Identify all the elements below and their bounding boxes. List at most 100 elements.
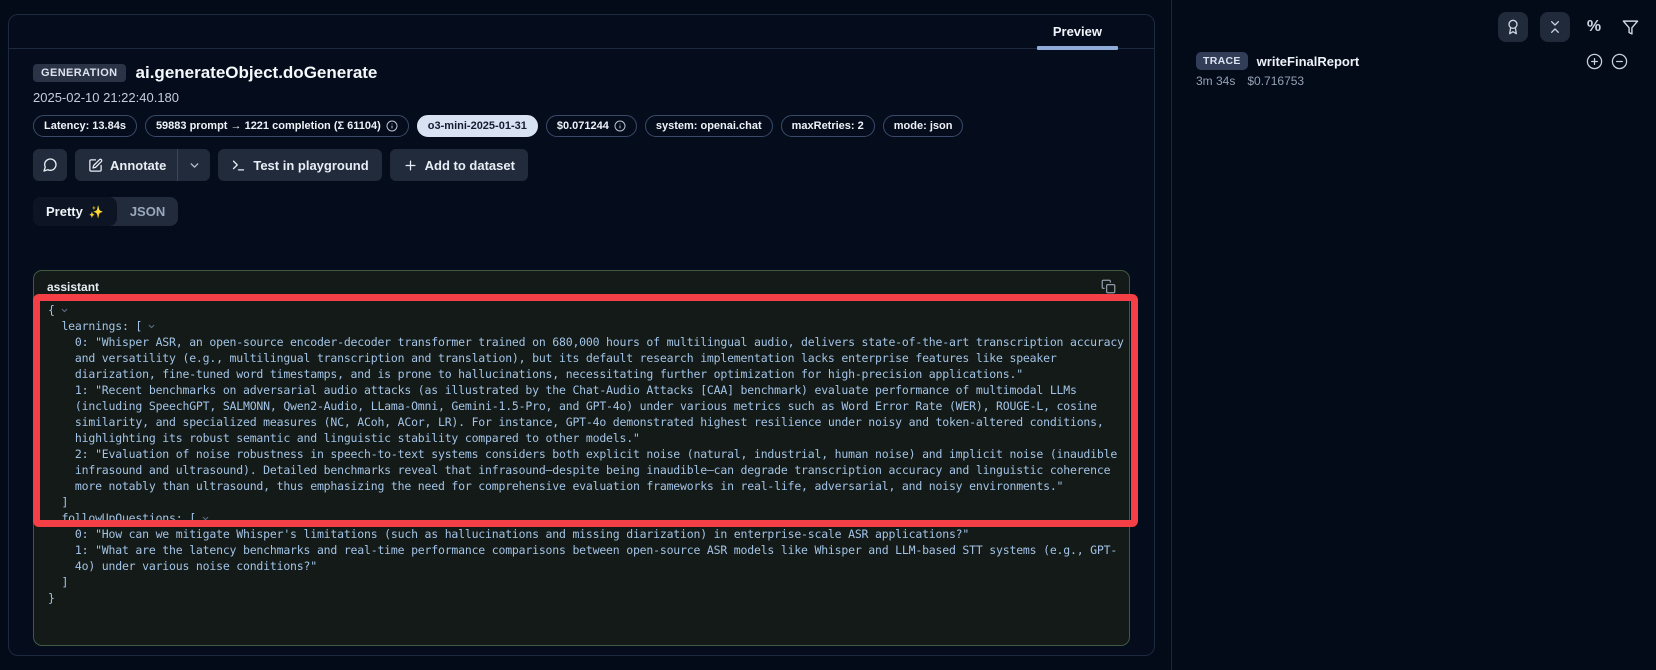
metadata-pill[interactable]: Latency: 13.84s — [33, 115, 137, 137]
code-line-text: { — [48, 302, 55, 318]
code-line: 4o) under various noise conditions?" — [48, 558, 1115, 574]
code-line: learnings: [ — [48, 318, 1115, 334]
pill-label: Latency: 13.84s — [44, 120, 126, 132]
add-to-dataset-button[interactable]: Add to dataset — [390, 149, 528, 181]
chat-bubble-icon — [42, 157, 58, 173]
metadata-pill[interactable]: maxRetries: 2 — [781, 115, 875, 137]
code-line-text: ] — [48, 574, 68, 590]
code-line-text: infrasound and ultrasound). Detailed ben… — [48, 462, 1110, 478]
pencil-square-icon — [88, 158, 103, 173]
code-line-text: } — [48, 590, 55, 606]
code-line: 0: "Whisper ASR, an open-source encoder-… — [48, 334, 1115, 350]
filter-button[interactable] — [1618, 15, 1642, 39]
collapse-chevron-icon[interactable] — [201, 514, 210, 523]
info-icon — [614, 120, 626, 132]
info-icon — [386, 120, 398, 132]
annotate-button-label: Annotate — [110, 158, 166, 173]
panel-tabstrip: Preview — [9, 15, 1154, 49]
code-line-text: 4o) under various noise conditions?" — [48, 558, 317, 574]
plus-icon — [403, 158, 418, 173]
code-line: more notably than ultrasound, thus empha… — [48, 478, 1115, 494]
scores-toggle-button[interactable] — [1498, 12, 1528, 42]
code-line: ] — [48, 494, 1115, 510]
metadata-pill[interactable]: o3-mini-2025-01-31 — [417, 115, 538, 137]
chevron-down-icon — [188, 159, 201, 172]
code-line-text: diarization, fine-tuned word timestamps,… — [48, 366, 1023, 382]
metadata-pill[interactable]: system: openai.chat — [645, 115, 773, 137]
code-line-text: learnings: [ — [48, 318, 142, 334]
code-line: { — [48, 302, 1115, 318]
observation-detail-panel: Preview GENERATION ai.generateObject.doG… — [8, 14, 1155, 656]
award-icon — [1505, 19, 1521, 35]
pill-label: system: openai.chat — [656, 120, 762, 132]
code-line: 2: "Evaluation of noise robustness in sp… — [48, 446, 1115, 462]
pill-label: o3-mini-2025-01-31 — [428, 120, 527, 132]
funnel-icon — [1622, 19, 1639, 36]
pill-label: mode: json — [894, 120, 953, 132]
trace-root-row[interactable]: TRACE writeFinalReport — [1196, 50, 1628, 72]
observation-timestamp: 2025-02-10 21:22:40.180 — [33, 90, 1130, 105]
assistant-message-box: assistant { learnings: [ 0: "Whisper ASR… — [33, 270, 1130, 646]
code-line-text: followUpQuestions: [ — [48, 510, 196, 526]
json-output-view: { learnings: [ 0: "Whisper ASR, an open-… — [34, 298, 1129, 606]
code-line: followUpQuestions: [ — [48, 510, 1115, 526]
tab-pretty[interactable]: Pretty ✨ — [33, 197, 117, 226]
message-role-label: assistant — [47, 280, 99, 294]
collapse-all-button[interactable] — [1540, 12, 1570, 42]
code-line-text: and versatility (e.g., multilingual tran… — [48, 350, 1057, 366]
code-line: highlighting its robust semantic and lin… — [48, 430, 1115, 446]
pill-label: $0.071244 — [557, 120, 609, 132]
metadata-pill-row: Latency: 13.84s 59883 prompt → 1221 comp… — [33, 115, 1130, 137]
annotate-dropdown-button[interactable] — [178, 149, 210, 181]
annotate-button[interactable]: Annotate — [75, 149, 177, 181]
code-line: } — [48, 590, 1115, 606]
code-line-text: 0: "How can we mitigate Whisper's limita… — [48, 526, 969, 542]
annotate-split-button: Annotate — [75, 149, 210, 181]
trace-detail-page: Preview GENERATION ai.generateObject.doG… — [0, 0, 1656, 670]
sparkles-icon: ✨ — [89, 205, 104, 219]
code-line-text: 1: "What are the latency benchmarks and … — [48, 542, 1117, 558]
test-in-playground-button[interactable]: Test in playground — [218, 149, 381, 181]
percent-toggle[interactable]: % — [1582, 15, 1606, 39]
expand-all-icon[interactable] — [1586, 53, 1603, 70]
metadata-pill[interactable]: mode: json — [883, 115, 964, 137]
trace-name: writeFinalReport — [1257, 54, 1360, 69]
code-line-text: ] — [48, 494, 68, 510]
tab-preview[interactable]: Preview — [1037, 15, 1118, 48]
collapse-chevron-icon[interactable] — [60, 306, 69, 315]
trace-cost: $0.716753 — [1247, 74, 1304, 88]
metadata-pill[interactable]: $0.071244 — [546, 115, 637, 137]
tab-pretty-label: Pretty — [46, 204, 83, 219]
sidebar-toolbar: % — [1172, 0, 1656, 42]
tab-json-label: JSON — [130, 204, 165, 219]
code-line: 1: "Recent benchmarks on adversarial aud… — [48, 382, 1115, 398]
trace-tree: TRACE writeFinalReport 3m 34s $0.716753 — [1172, 42, 1656, 88]
trace-badge: TRACE — [1196, 52, 1248, 70]
code-line: 1: "What are the latency benchmarks and … — [48, 542, 1115, 558]
pill-label: 59883 prompt → 1221 completion (Σ 61104) — [156, 120, 381, 132]
tab-preview-active-indicator — [1037, 46, 1118, 50]
chevrons-down-up-icon — [1547, 19, 1563, 35]
metadata-pill[interactable]: 59883 prompt → 1221 completion (Σ 61104) — [145, 115, 409, 137]
code-line: similarity, and specialized measures (NC… — [48, 414, 1115, 430]
terminal-icon — [231, 158, 246, 173]
collapse-tree-icon[interactable] — [1611, 53, 1628, 70]
code-line: ] — [48, 574, 1115, 590]
collapse-chevron-icon[interactable] — [147, 322, 156, 331]
copy-icon[interactable] — [1101, 279, 1116, 294]
page-title: ai.generateObject.doGenerate — [136, 63, 378, 83]
trace-tree-sidebar: % TRACE writeFinalReport — [1171, 0, 1656, 670]
code-line: and versatility (e.g., multilingual tran… — [48, 350, 1115, 366]
observation-type-badge: GENERATION — [33, 64, 126, 82]
code-line-text: 0: "Whisper ASR, an open-source encoder-… — [48, 334, 1124, 350]
tab-json[interactable]: JSON — [117, 197, 178, 226]
code-line-text: similarity, and specialized measures (NC… — [48, 414, 1104, 430]
code-line-text: (including SpeechGPT, SALMONN, Qwen2-Aud… — [48, 398, 1097, 414]
trace-duration: 3m 34s — [1196, 74, 1235, 88]
comment-button[interactable] — [33, 149, 67, 181]
pill-label: maxRetries: 2 — [792, 120, 864, 132]
percent-icon: % — [1587, 18, 1601, 36]
code-line-text: 1: "Recent benchmarks on adversarial aud… — [48, 382, 1077, 398]
code-line: (including SpeechGPT, SALMONN, Qwen2-Aud… — [48, 398, 1115, 414]
output-format-tabs: Pretty ✨ JSON — [33, 197, 178, 226]
